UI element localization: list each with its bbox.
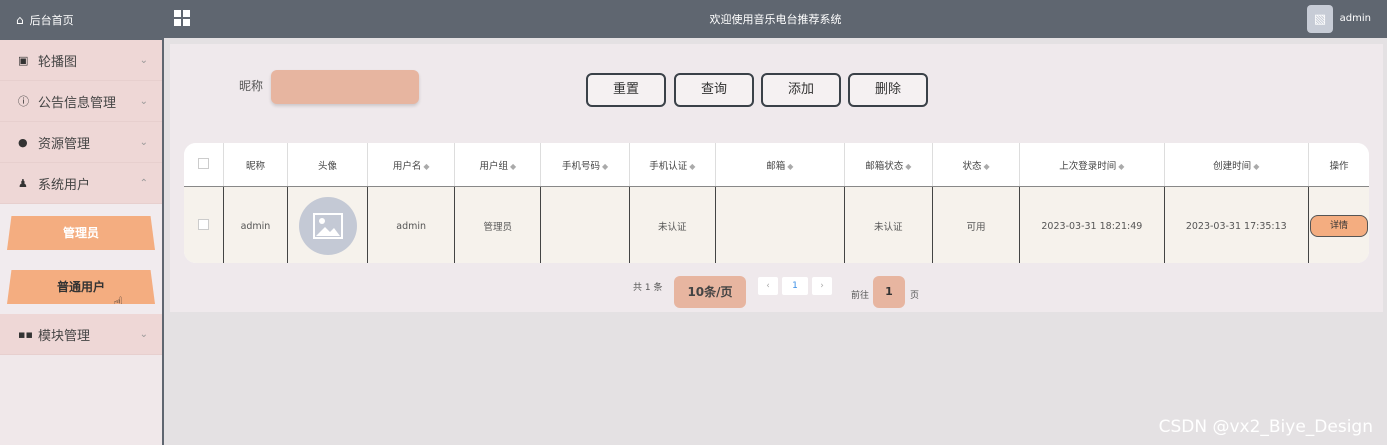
cell-created: 2023-03-31 17:35:13 xyxy=(1164,186,1310,263)
table-row: admin admin 管理员 未认证 未认证 可用 2023-03-31 18… xyxy=(184,186,1369,263)
pager-goto-label: 前往 xyxy=(851,291,870,301)
menu-module-label: 模块管理 xyxy=(38,328,91,344)
chevron-up-icon: ⌃ xyxy=(139,177,148,189)
cell-phone-auth: 未认证 xyxy=(629,186,716,263)
menu-system-user[interactable]: ♟ 系统用户 ⌃ xyxy=(0,163,162,204)
pin-icon: ● xyxy=(18,135,28,149)
user-icon: ♟ xyxy=(18,176,28,190)
menu-module[interactable]: ▪▪ 模块管理 ⌄ xyxy=(0,314,162,355)
page-number-current[interactable]: 1 xyxy=(782,277,808,295)
page-jump-input[interactable]: 1 xyxy=(873,276,905,308)
grid-icon: ▪▪ xyxy=(18,327,33,341)
chevron-down-icon: ⌄ xyxy=(139,54,148,66)
next-page-button[interactable]: › xyxy=(812,277,832,295)
col-avatar: 头像 xyxy=(287,143,369,187)
cell-username: admin xyxy=(367,186,456,263)
delete-button[interactable]: 删除 xyxy=(848,73,928,107)
query-button[interactable]: 查询 xyxy=(674,73,754,107)
page-title: 欢迎使用音乐电台推荐系统 xyxy=(709,13,842,26)
col-action: 操作 xyxy=(1308,143,1369,187)
submenu-normal-user-label: 普通用户 xyxy=(56,280,105,294)
main-panel: 昵称 重置 查询 添加 删除 昵称 头像 用户名 ◆ 用户组 ◆ 手机号码 ◆ 手机认… xyxy=(170,44,1383,312)
col-status[interactable]: 状态 ◆ xyxy=(932,143,1021,187)
sidebar: ⌂ 后台首页 ▣ 轮播图 ⌄ ⓘ 公告信息管理 ⌄ ● 资源管理 ⌄ ♟ 系统用… xyxy=(0,0,164,445)
submenu-normal-user[interactable]: 普通用户 ☝ xyxy=(7,270,155,304)
chevron-down-icon: ⌄ xyxy=(139,328,148,340)
menu-notice-label: 公告信息管理 xyxy=(38,95,117,111)
cell-email-state: 未认证 xyxy=(844,186,933,263)
home-icon: ⌂ xyxy=(16,13,24,27)
add-button[interactable]: 添加 xyxy=(761,73,841,107)
info-icon: ⓘ xyxy=(18,95,29,108)
avatar[interactable]: ▧ xyxy=(1307,5,1333,33)
col-created[interactable]: 创建时间 ◆ xyxy=(1164,143,1310,187)
username-label[interactable]: admin xyxy=(1340,13,1371,24)
col-group[interactable]: 用户组 ◆ xyxy=(454,143,542,187)
page-size-select[interactable]: 10条/页 xyxy=(674,276,746,308)
submenu-system-user: 管理员 普通用户 ☝ xyxy=(0,204,162,314)
image-icon: ▣ xyxy=(18,53,29,67)
col-email[interactable]: 邮箱 ◆ xyxy=(715,143,845,187)
pager-page-label: 页 xyxy=(910,291,920,301)
detail-button[interactable]: 详情 xyxy=(1310,215,1368,237)
sidebar-home[interactable]: ⌂ 后台首页 xyxy=(0,0,162,40)
cell-group: 管理员 xyxy=(454,186,542,263)
menu-resource-label: 资源管理 xyxy=(38,136,91,152)
row-checkbox[interactable] xyxy=(184,186,225,263)
cell-last-login: 2023-03-31 18:21:49 xyxy=(1019,186,1165,263)
chevron-down-icon: ⌄ xyxy=(139,95,148,107)
menu-notice[interactable]: ⓘ 公告信息管理 ⌄ xyxy=(0,81,162,122)
sidebar-home-label: 后台首页 xyxy=(29,14,74,27)
search-label: 昵称 xyxy=(239,79,264,93)
cell-nickname: admin xyxy=(223,186,288,263)
cell-email xyxy=(715,186,845,263)
col-phone[interactable]: 手机号码 ◆ xyxy=(540,143,630,187)
pager-total: 共 1 条 xyxy=(633,283,663,293)
nickname-search-input[interactable] xyxy=(271,70,419,104)
col-nickname: 昵称 xyxy=(223,143,288,187)
col-phone-auth[interactable]: 手机认证 ◆ xyxy=(629,143,716,187)
menu-carousel[interactable]: ▣ 轮播图 ⌄ xyxy=(0,40,162,81)
col-last-login[interactable]: 上次登录时间 ◆ xyxy=(1019,143,1165,187)
top-bar: 欢迎使用音乐电台推荐系统 ▧ admin xyxy=(164,0,1387,38)
submenu-admin[interactable]: 管理员 xyxy=(7,216,155,250)
user-table: 昵称 头像 用户名 ◆ 用户组 ◆ 手机号码 ◆ 手机认证 ◆ 邮箱 ◆ 邮箱状态 ◆ 状态… xyxy=(184,143,1369,263)
select-all-checkbox[interactable] xyxy=(184,143,225,187)
reset-button[interactable]: 重置 xyxy=(586,73,666,107)
cell-phone xyxy=(540,186,630,263)
menu-system-user-label: 系统用户 xyxy=(38,177,91,193)
cell-avatar xyxy=(287,186,369,263)
menu-carousel-label: 轮播图 xyxy=(38,54,78,70)
prev-page-button[interactable]: ‹ xyxy=(758,277,778,295)
col-username[interactable]: 用户名 ◆ xyxy=(367,143,456,187)
menu-resource[interactable]: ● 资源管理 ⌄ xyxy=(0,122,162,163)
chevron-down-icon: ⌄ xyxy=(139,136,148,148)
image-placeholder-icon xyxy=(298,197,357,255)
col-email-state[interactable]: 邮箱状态 ◆ xyxy=(844,143,933,187)
table-header-row: 昵称 头像 用户名 ◆ 用户组 ◆ 手机号码 ◆ 手机认证 ◆ 邮箱 ◆ 邮箱状态 ◆ 状态… xyxy=(184,143,1369,187)
cell-action: 详情 xyxy=(1308,186,1369,263)
cell-status: 可用 xyxy=(932,186,1021,263)
watermark: CSDN @vx2_Biye_Design xyxy=(1158,417,1373,437)
